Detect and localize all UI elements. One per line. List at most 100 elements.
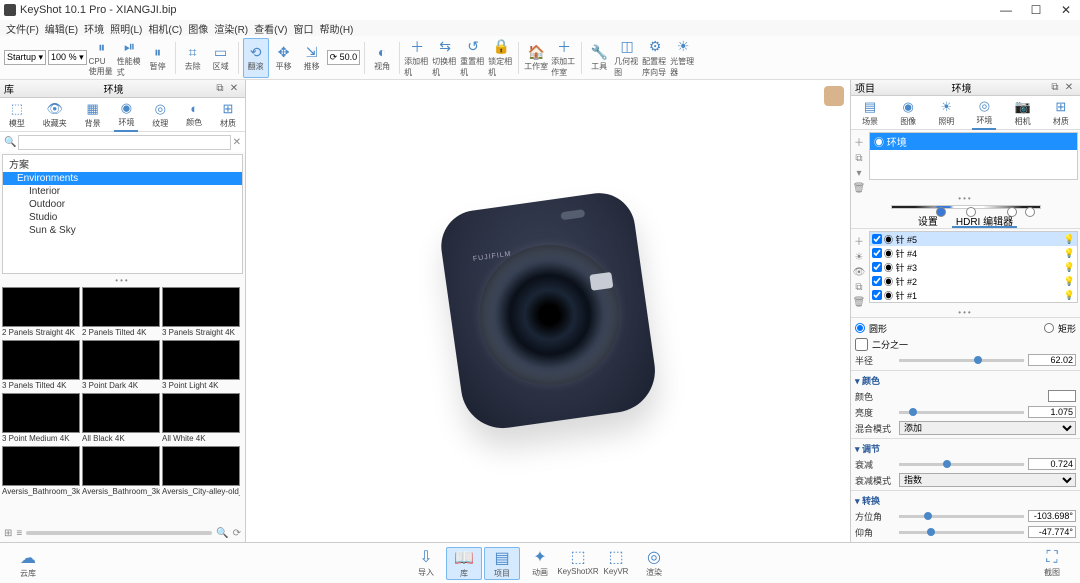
env-thumbnail[interactable]: 3 Panels Straight 4K	[162, 287, 240, 338]
tab[interactable]: 👁收藏夹	[39, 99, 71, 131]
pin-visible-checkbox[interactable]	[872, 276, 882, 286]
env-thumbnail[interactable]: Aversis_Bathroom_3k	[82, 446, 160, 497]
menu-item[interactable]: 图像	[186, 21, 210, 36]
angle-combo[interactable]: ⟳ 50.0	[327, 50, 361, 65]
down-icon[interactable]: ▾	[856, 168, 861, 179]
radius-slider[interactable]	[899, 359, 1024, 362]
toolbar-button[interactable]: ⇆切换相机	[432, 38, 458, 78]
close-button[interactable]: ✕	[1056, 3, 1076, 17]
toolbar-button[interactable]: ⌗去除	[180, 38, 206, 78]
toolbar-button[interactable]: ＋添加相机	[404, 38, 430, 78]
workspace-combo[interactable]: Startup ▾	[4, 50, 46, 65]
toolbar-button[interactable]: 🔒锁定相机	[488, 38, 514, 78]
tree-item[interactable]: Studio	[3, 211, 242, 224]
toolbar-button[interactable]: ⚙配置程序向导	[642, 38, 668, 78]
close-icon[interactable]: ✕	[227, 83, 241, 94]
toolbar-button[interactable]: ⟲翻滚	[243, 38, 269, 78]
env-thumbnail[interactable]: 3 Panels Tilted 4K	[2, 340, 80, 391]
thumb-size-slider[interactable]	[26, 531, 212, 535]
bottom-button[interactable]: 📖库	[446, 547, 482, 580]
pin-visible-checkbox[interactable]	[872, 248, 882, 258]
bottom-button[interactable]: ☁云库	[10, 548, 46, 579]
refresh-icon[interactable]: ⟳	[233, 528, 241, 539]
env-thumbnail[interactable]: 2 Panels Tilted 4K	[82, 287, 160, 338]
undock-icon[interactable]: ⧉	[1048, 82, 1062, 93]
environment-list[interactable]: ◉ 环境	[869, 132, 1078, 180]
env-row-selected[interactable]: ◉ 环境	[870, 133, 1077, 150]
tree-item-environments[interactable]: Environments	[3, 172, 242, 185]
render-viewport[interactable]: FUJIFILM	[246, 80, 850, 542]
splitter-handle[interactable]: •••	[851, 308, 1080, 317]
blend-mode-select[interactable]: 添加	[899, 421, 1076, 435]
env-thumbnail[interactable]: All Black 4K	[82, 393, 160, 444]
copy-icon[interactable]: ⧉	[855, 282, 862, 293]
tab[interactable]: 📷相机	[1011, 97, 1035, 129]
menu-item[interactable]: 文件(F)	[4, 21, 41, 36]
env-thumbnail[interactable]: All White 4K	[162, 393, 240, 444]
brightness-value[interactable]	[1028, 406, 1076, 418]
trash-icon[interactable]: 🗑	[853, 297, 866, 308]
elevation-slider[interactable]	[899, 531, 1024, 534]
clear-icon[interactable]: ✕	[233, 137, 241, 148]
toolbar-button[interactable]: ◫几何视图	[614, 38, 640, 78]
tab[interactable]: ◉图像	[896, 97, 920, 129]
splitter-handle[interactable]: •••	[851, 194, 1080, 203]
eye-icon[interactable]: 👁	[853, 267, 866, 278]
environment-tree[interactable]: 方案 Environments InteriorOutdoorStudioSun…	[2, 154, 243, 274]
shape-circle-radio[interactable]	[855, 323, 865, 333]
toolbar-button[interactable]: ▭区域	[208, 38, 234, 78]
tab[interactable]: ▤场景	[858, 97, 882, 129]
tab[interactable]: ◉环境	[114, 98, 138, 132]
undock-icon[interactable]: ⧉	[213, 83, 227, 94]
menu-item[interactable]: 查看(V)	[252, 21, 289, 36]
search-icon[interactable]: 🔍	[216, 528, 228, 539]
tree-root[interactable]: 方案	[3, 155, 242, 172]
close-icon[interactable]: ✕	[1062, 82, 1076, 93]
toolbar-button[interactable]: 🔧工具	[586, 38, 612, 78]
bottom-button[interactable]: ✦动画	[522, 547, 558, 580]
pin-visible-checkbox[interactable]	[872, 234, 882, 244]
bottom-button[interactable]: ⬚KeyVR	[598, 547, 634, 580]
add-pin-icon[interactable]: ＋	[854, 233, 864, 248]
tree-item[interactable]: Sun & Sky	[3, 224, 242, 237]
env-thumbnail[interactable]: Aversis_City-alley-old_3k	[162, 446, 240, 497]
tab[interactable]: ◎纹理	[148, 99, 172, 131]
elevation-value[interactable]	[1028, 526, 1076, 538]
env-thumbnail[interactable]: 2 Panels Straight 4K	[2, 287, 80, 338]
pin-visible-checkbox[interactable]	[872, 262, 882, 272]
pin-row[interactable]: ◉ 针 #5💡	[870, 232, 1077, 246]
toolbar-button[interactable]: ＋添加工作室	[551, 38, 577, 78]
pin-row[interactable]: ◉ 针 #3💡	[870, 260, 1077, 274]
tab[interactable]: ⊞材质	[216, 99, 240, 131]
pin-row[interactable]: ◉ 针 #1💡	[870, 288, 1077, 302]
menu-item[interactable]: 编辑(E)	[43, 21, 80, 36]
toolbar-button[interactable]: ◐视角	[369, 38, 395, 78]
pin-row[interactable]: ◉ 针 #4💡	[870, 246, 1077, 260]
bottom-button[interactable]: ⬚KeyShotXR	[560, 547, 596, 580]
env-thumbnail[interactable]: 3 Point Dark 4K	[82, 340, 160, 391]
tab[interactable]: ⊞材质	[1049, 97, 1073, 129]
brightness-slider[interactable]	[899, 411, 1024, 414]
toolbar-button[interactable]: ↺重置相机	[460, 38, 486, 78]
menu-item[interactable]: 渲染(R)	[212, 21, 250, 36]
azimuth-slider[interactable]	[899, 515, 1024, 518]
tab[interactable]: ⬚模型	[5, 99, 29, 131]
toolbar-button[interactable]: ⇲推移	[299, 38, 325, 78]
tab[interactable]: ◐颜色	[182, 99, 206, 130]
falloff-slider[interactable]	[899, 463, 1024, 466]
menu-item[interactable]: 环境	[82, 21, 106, 36]
trash-icon[interactable]: 🗑	[853, 183, 866, 194]
menu-item[interactable]: 窗口	[291, 21, 315, 36]
env-thumbnail[interactable]: Aversis_Bathroom_3k	[2, 446, 80, 497]
list-icon[interactable]: ≡	[16, 528, 22, 539]
env-thumbnail[interactable]: 3 Point Light 4K	[162, 340, 240, 391]
copy-icon[interactable]: ⧉	[855, 153, 862, 164]
minimize-button[interactable]: —	[996, 3, 1016, 17]
toolbar-button[interactable]: ✥平移	[271, 38, 297, 78]
half-checkbox[interactable]	[855, 338, 868, 351]
maximize-button[interactable]: ☐	[1026, 3, 1046, 17]
toolbar-button[interactable]: ☀光管理器	[670, 38, 696, 78]
falloff-mode-select[interactable]: 指数	[899, 473, 1076, 487]
camera-model[interactable]: FUJIFILM	[436, 189, 660, 434]
azimuth-value[interactable]	[1028, 510, 1076, 522]
